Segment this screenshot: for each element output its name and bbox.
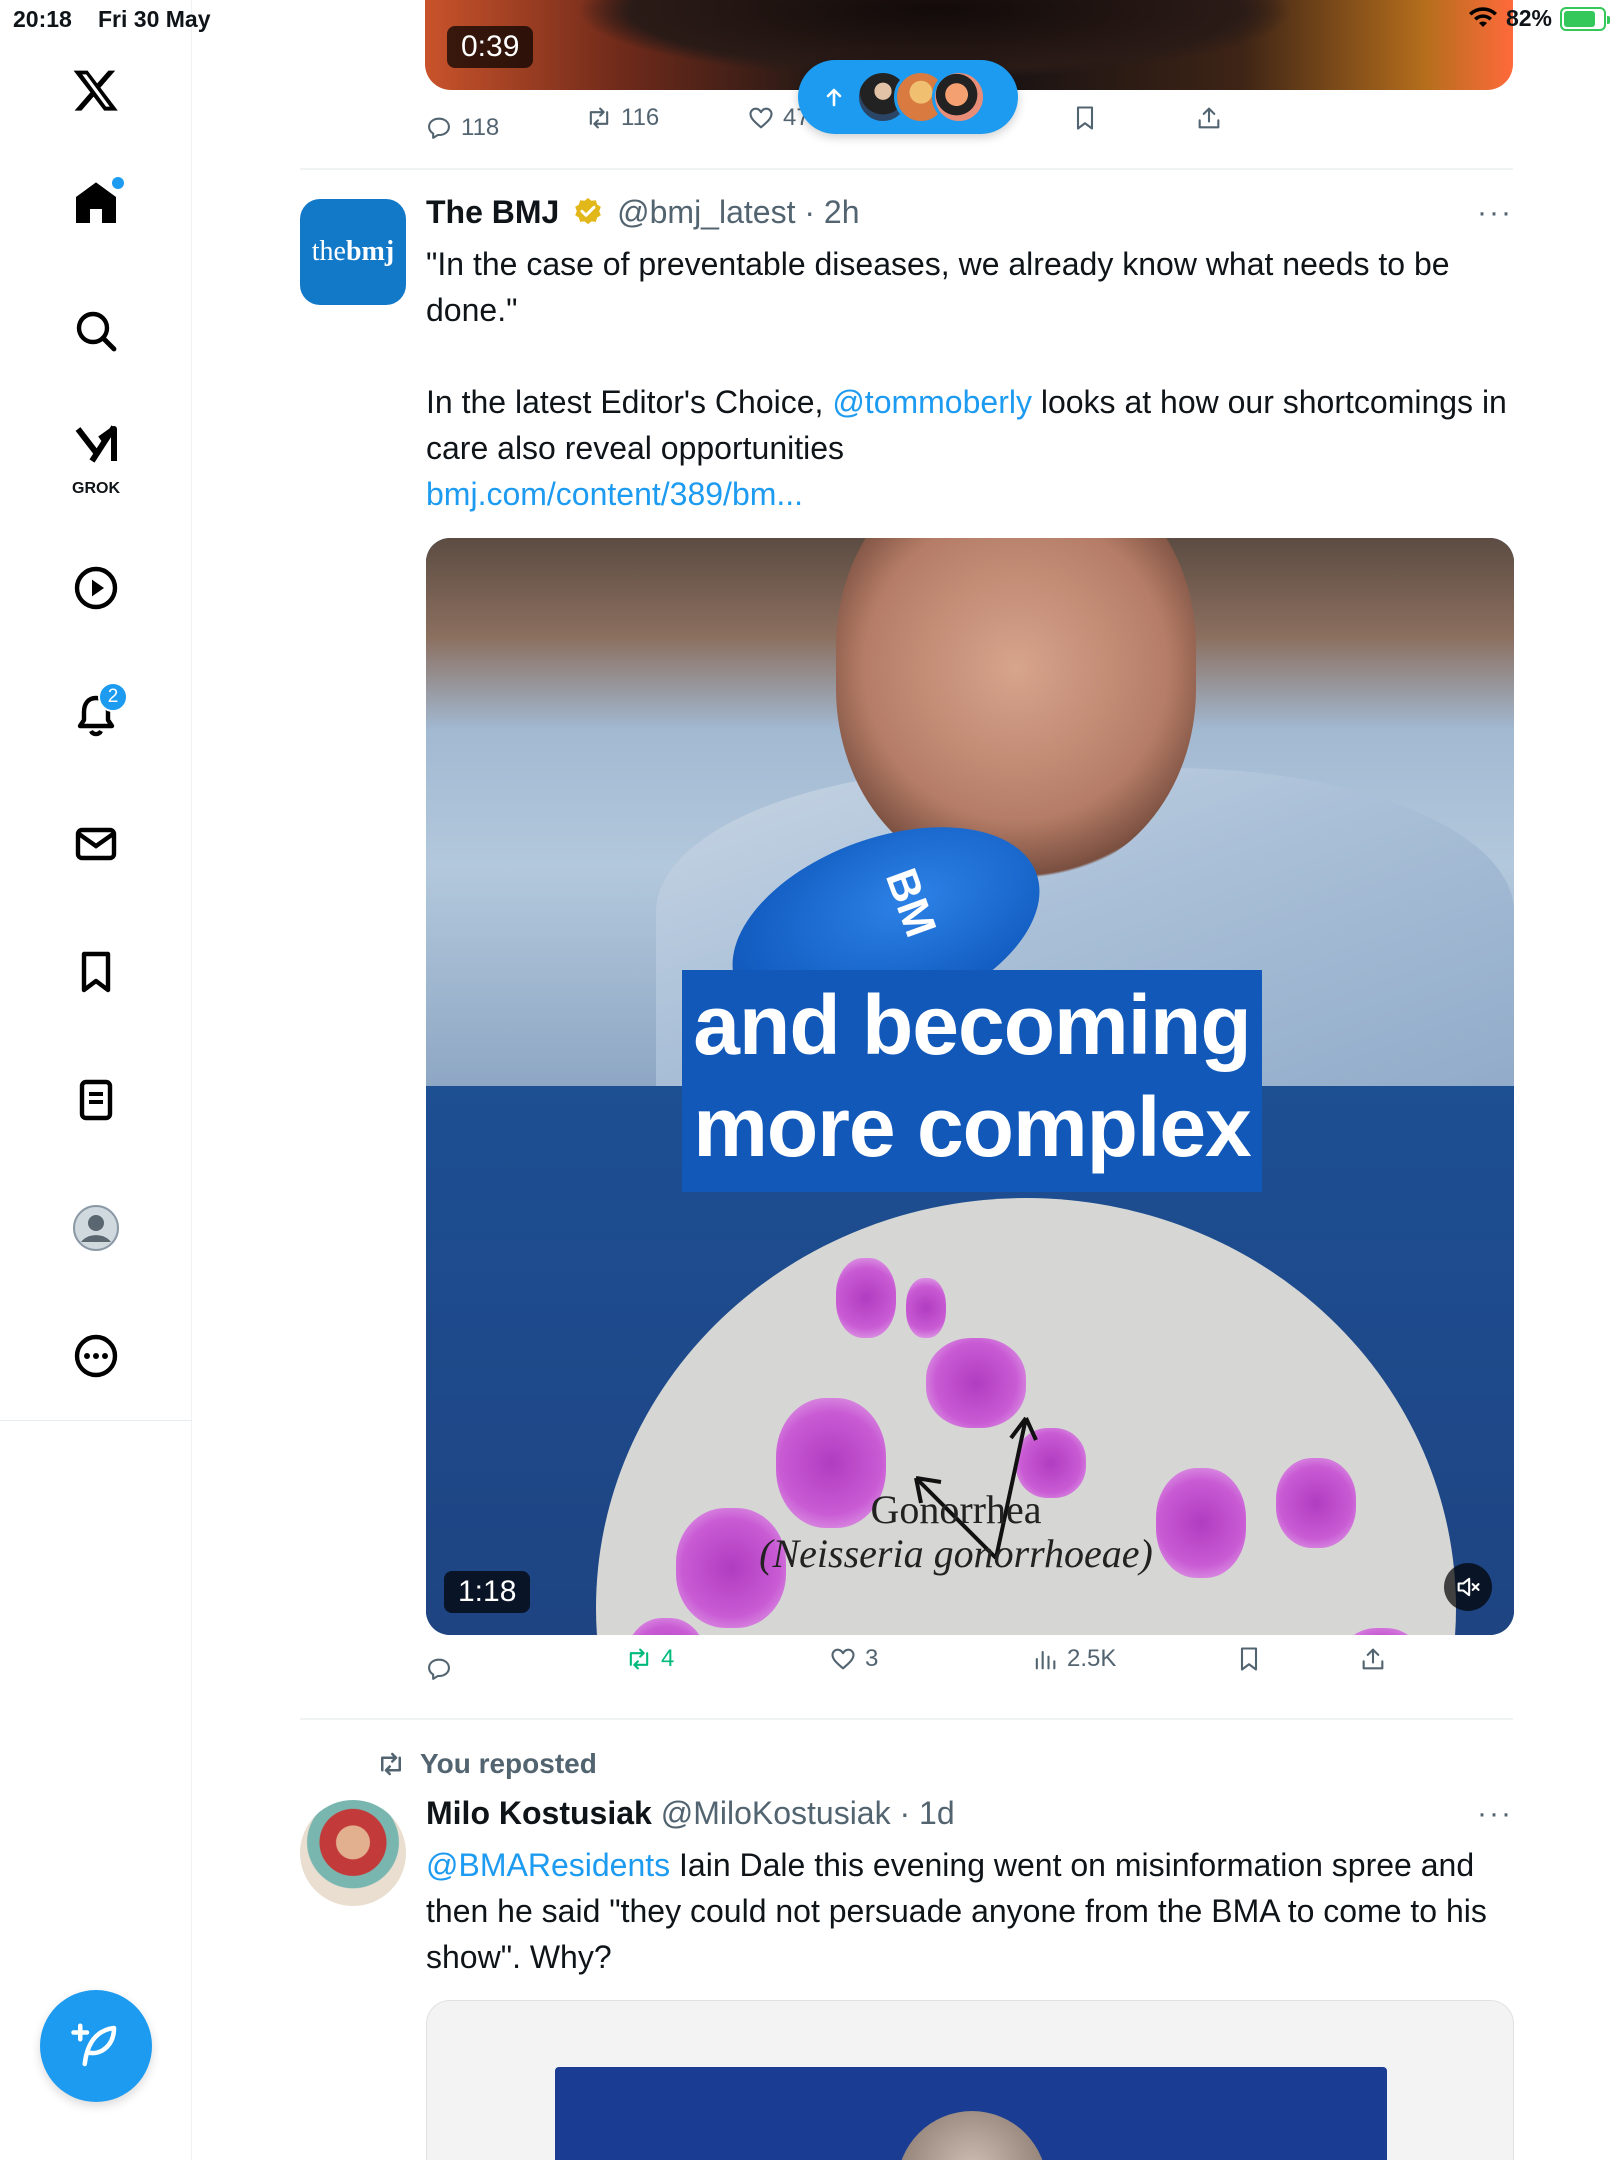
verified-badge-icon xyxy=(575,198,602,225)
status-right: 82% xyxy=(1468,5,1610,32)
bookmark-icon xyxy=(1240,1647,1258,1671)
repost-icon xyxy=(629,1648,649,1670)
notifications-badge: 2 xyxy=(98,682,128,712)
x-logo-icon[interactable] xyxy=(56,50,136,130)
status-bar: 20:18 Fri 30 May 82% xyxy=(0,0,1620,40)
battery-percent: 82% xyxy=(1505,5,1552,31)
lists-icon[interactable] xyxy=(56,1060,136,1140)
reply-icon xyxy=(428,117,450,139)
share-icon xyxy=(1362,1648,1384,1670)
messages-envelope-icon[interactable] xyxy=(56,804,136,884)
bookmark-button[interactable] xyxy=(1235,1645,1263,1673)
tweet-divider xyxy=(300,168,1513,170)
post-time: · 1d xyxy=(899,1795,955,1831)
slide-label: Gonorrhea (Neisseria gonorrhoeae) xyxy=(759,1487,1153,1576)
like-count: 3 xyxy=(865,1645,879,1672)
bmj-tweet-actions: 4 3 2.5K xyxy=(425,1645,1513,1689)
notifications-bell-icon[interactable]: 2 xyxy=(56,676,136,756)
views-chart-icon xyxy=(1035,1650,1056,1670)
share-button[interactable] xyxy=(1359,1645,1387,1673)
views-count: 2.5K xyxy=(1067,1645,1117,1672)
share-icon xyxy=(1198,107,1220,129)
bmj-avatar[interactable]: thebmj xyxy=(300,199,406,305)
more-options-button[interactable]: ··· xyxy=(1477,196,1513,230)
more-options-button[interactable]: ··· xyxy=(1477,1797,1513,1831)
reply-button[interactable]: 118 xyxy=(425,114,499,142)
video-icon[interactable] xyxy=(56,548,136,628)
views-button[interactable]: 2.5K xyxy=(1031,1645,1116,1673)
bookmark-button[interactable] xyxy=(1071,104,1099,132)
repost-label: You reposted xyxy=(420,1748,597,1779)
author-name[interactable]: Milo Kostusiak xyxy=(426,1795,652,1831)
milo-tweet-image[interactable] xyxy=(426,2000,1514,2160)
tweet-text-body: In the latest Editor's Choice, @tommober… xyxy=(426,384,1507,466)
mention-link[interactable]: @tommoberly xyxy=(832,384,1032,420)
status-time: 20:18 xyxy=(13,6,72,32)
repost-button[interactable]: 4 xyxy=(625,1645,674,1673)
bookmarks-icon[interactable] xyxy=(56,932,136,1012)
status-date: Fri 30 May xyxy=(98,6,211,32)
repost-icon xyxy=(589,107,609,129)
mention-link[interactable]: @BMAResidents xyxy=(426,1847,670,1883)
search-icon[interactable] xyxy=(56,291,136,371)
sidebar: GROK 2 xyxy=(0,0,192,2160)
video-caption: and becoming more complex xyxy=(682,970,1262,1192)
milo-tweet-text: @BMAResidents Iain Dale this evening wen… xyxy=(426,1847,1487,1975)
sidebar-divider xyxy=(0,1420,192,1421)
bmj-tweet-video[interactable]: BM Gonorrhea (Neisseria gonorrhoeae) and… xyxy=(426,538,1514,1635)
share-button[interactable] xyxy=(1195,104,1223,132)
tweet-text-quote: "In the case of preventable diseases, we… xyxy=(426,246,1450,328)
arrow-up-icon xyxy=(826,88,842,107)
grok-icon[interactable]: GROK xyxy=(56,412,136,502)
article-link[interactable]: bmj.com/content/389/bm... xyxy=(426,471,1516,517)
like-button[interactable]: 3 xyxy=(829,1645,878,1673)
repost-icon xyxy=(381,1752,401,1776)
compose-feather-icon xyxy=(71,2023,117,2067)
grok-label: GROK xyxy=(72,480,120,497)
bmj-tweet-text: "In the case of preventable diseases, we… xyxy=(426,241,1516,517)
pill-avatar xyxy=(932,70,986,124)
author-handle[interactable]: @MiloKostusiak xyxy=(661,1795,891,1831)
battery-icon xyxy=(1560,6,1610,31)
bmj-tweet-header: The BMJ @bmj_latest · 2h xyxy=(426,194,859,231)
compose-post-button[interactable] xyxy=(40,1990,152,2102)
post-time: · 2h xyxy=(804,194,860,230)
reply-icon xyxy=(428,1658,450,1680)
home-unread-dot xyxy=(112,177,124,189)
author-name[interactable]: The BMJ xyxy=(426,194,559,230)
bookmark-icon xyxy=(1076,106,1094,130)
home-icon[interactable] xyxy=(56,163,136,243)
reply-count: 118 xyxy=(461,114,500,141)
heart-icon xyxy=(831,1648,855,1670)
heart-icon xyxy=(749,107,773,129)
repost-indicator: You reposted xyxy=(376,1748,597,1780)
reply-button[interactable] xyxy=(425,1655,461,1683)
repost-count: 116 xyxy=(621,104,660,131)
more-options-icon[interactable] xyxy=(56,1316,136,1396)
video-duration: 1:18 xyxy=(444,1571,531,1613)
bmj-logo-text: thebmj xyxy=(311,236,395,267)
milo-avatar[interactable] xyxy=(300,1800,406,1906)
repost-button[interactable]: 116 xyxy=(585,104,659,132)
tweet-divider xyxy=(300,1718,1513,1720)
repost-count: 4 xyxy=(661,1645,675,1672)
mute-button[interactable] xyxy=(1444,1563,1492,1611)
new-posts-pill[interactable] xyxy=(798,60,1018,134)
wifi-icon xyxy=(1468,6,1497,27)
milo-tweet-header: Milo Kostusiak @MiloKostusiak · 1d xyxy=(426,1795,955,1832)
mute-icon xyxy=(1457,1577,1480,1597)
author-handle[interactable]: @bmj_latest xyxy=(617,194,795,230)
profile-avatar-icon[interactable] xyxy=(56,1188,136,1268)
